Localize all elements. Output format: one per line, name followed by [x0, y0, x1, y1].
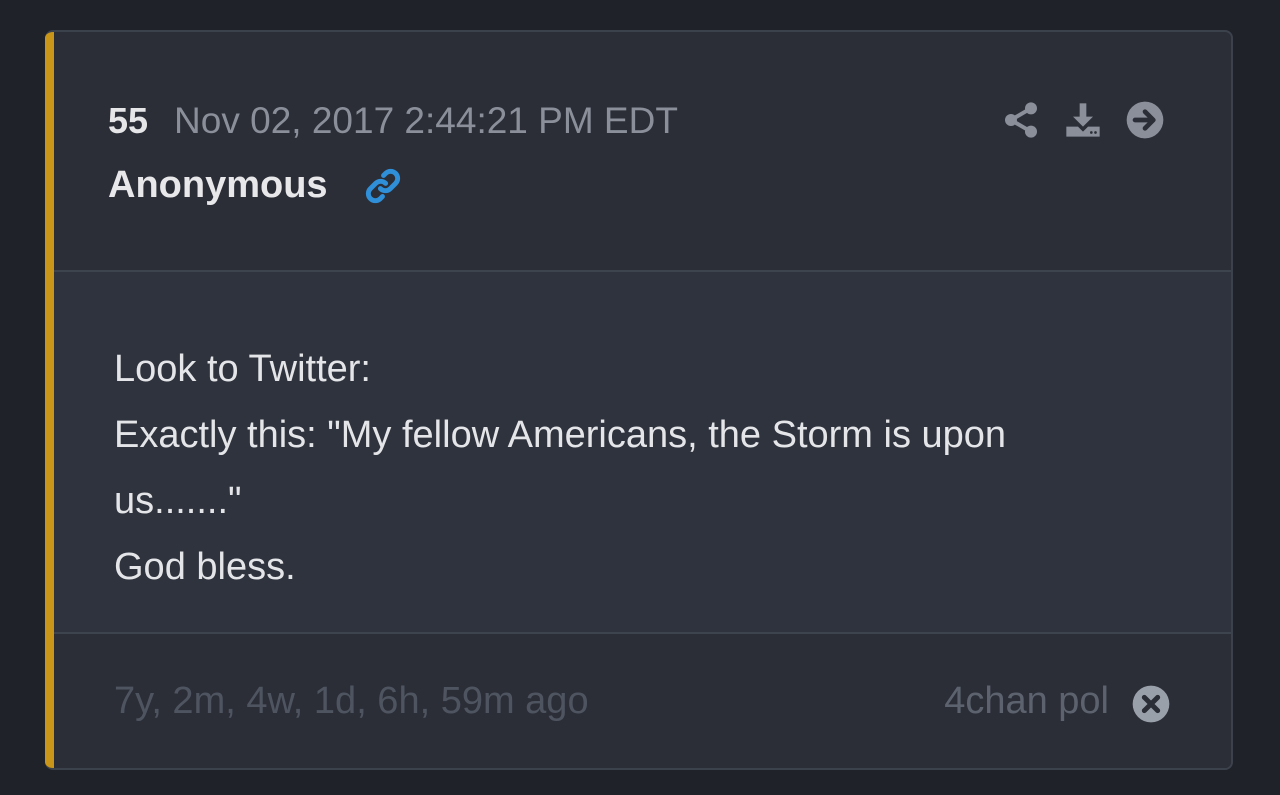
post-line: Exactly this: "My fellow Americans, the …: [114, 414, 1007, 522]
post-line: Look to Twitter:: [114, 348, 371, 390]
link-icon[interactable]: [362, 165, 404, 207]
post-meta: 55 Nov 02, 2017 2:44:21 PM EDT: [108, 100, 678, 142]
download-icon[interactable]: [1063, 100, 1103, 140]
post-card: 55 Nov 02, 2017 2:44:21 PM EDT Anonymous: [45, 30, 1233, 770]
accent-bar: [45, 32, 54, 768]
arrow-right-circle-icon[interactable]: [1125, 100, 1165, 140]
author-line: Anonymous: [108, 164, 404, 207]
share-icon[interactable]: [1001, 100, 1041, 140]
post-body: Look to Twitter: Exactly this: "My fello…: [54, 272, 1231, 634]
post-actions: [1001, 100, 1165, 140]
post-line: God bless.: [114, 546, 296, 588]
post-source: 4chan pol: [944, 680, 1109, 722]
post-text: Look to Twitter: Exactly this: "My fello…: [114, 336, 1094, 600]
post-age: 7y, 2m, 4w, 1d, 6h, 59m ago: [114, 680, 589, 722]
close-circle-icon[interactable]: [1131, 684, 1171, 724]
post-number: 55: [108, 100, 149, 141]
post-timestamp: Nov 02, 2017 2:44:21 PM EDT: [174, 100, 678, 141]
post-footer: 7y, 2m, 4w, 1d, 6h, 59m ago 4chan pol: [54, 634, 1231, 768]
author-name: Anonymous: [108, 164, 328, 206]
post-header: 55 Nov 02, 2017 2:44:21 PM EDT Anonymous: [54, 32, 1231, 272]
